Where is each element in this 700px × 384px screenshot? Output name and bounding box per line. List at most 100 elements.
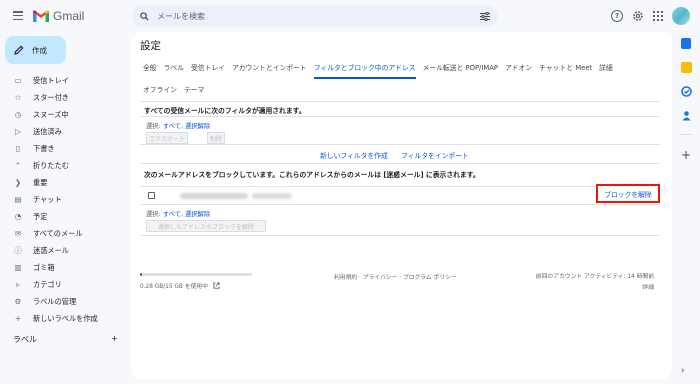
hide-side-panel-chevron-icon[interactable]: › xyxy=(681,366,685,376)
last-activity-text: 前回のアカウント アクティビティ: 14 時間前 xyxy=(535,274,654,280)
sidebar-item-label: スヌーズ中 xyxy=(33,109,69,119)
search-bar[interactable]: メールを検索 xyxy=(132,5,498,27)
sidebar-item-label: 迷惑メール xyxy=(33,245,69,255)
sidebar-item[interactable]: ⚙ ラベルの管理 xyxy=(0,293,128,310)
select-label: 選択: xyxy=(146,123,161,130)
search-icon[interactable] xyxy=(140,11,149,21)
sidebar-item[interactable]: ◔ 予定 xyxy=(0,208,128,225)
tab-7[interactable]: チャットと Meet xyxy=(539,62,592,79)
get-addons-plus-icon[interactable]: + xyxy=(681,148,691,162)
sidebar-item-label: ゴミ箱 xyxy=(33,262,55,272)
tab-0[interactable]: 全般 xyxy=(143,62,157,79)
blurred-sender-name xyxy=(180,193,248,199)
unblock-selected-button[interactable]: 選択したアドレスのブロックを解除 xyxy=(146,220,266,232)
sidebar-item-label: 受信トレイ xyxy=(33,75,69,85)
settings-panel: 設定 全般 ラベル 受信トレイ アカウントとインポート フィルタとブロック中のアドレスメ… xyxy=(131,32,672,379)
import-filter-link[interactable]: フィルタをインポート xyxy=(401,150,469,160)
sidebar-item[interactable]: ▥ ゴミ箱 xyxy=(0,259,128,276)
storage-usage-text: 0.28 GB/15 GB を使用中 xyxy=(140,284,208,290)
gmail-logo[interactable]: Gmail xyxy=(33,9,84,23)
sidebar-item-label: 折りたたむ xyxy=(33,160,69,170)
blocked-select-row: 選択: すべて, 選択解除 xyxy=(146,211,211,218)
sidebar-item-label: スター付き xyxy=(33,92,69,102)
blocked-heading: 次のメールアドレスをブロックしています。これらのアドレスからのメールは [迷惑メ… xyxy=(144,171,480,179)
sidebar-item[interactable]: + 新しいラベルを作成 xyxy=(0,310,128,327)
sidebar-item[interactable]: ✉ すべてのメール xyxy=(0,225,128,242)
manage-labels-icon: ⚙ xyxy=(14,297,22,306)
tab-row2-1[interactable]: テーマ xyxy=(184,84,204,94)
sidebar-item[interactable]: ▹ カテゴリ xyxy=(0,276,128,293)
sidebar-item-label: 下書き xyxy=(33,143,55,153)
snooze-icon: ◷ xyxy=(14,110,22,119)
sidebar-item[interactable]: ☆ スター付き xyxy=(0,89,128,106)
sidebar-item[interactable]: ◷ スヌーズ中 xyxy=(0,106,128,123)
tab-4[interactable]: フィルタとブロック中のアドレス xyxy=(313,62,416,79)
tasks-icon[interactable] xyxy=(680,86,692,97)
unblock-button[interactable]: ブロックを解除 xyxy=(596,184,660,203)
tab-3[interactable]: アカウントとインポート xyxy=(232,62,307,79)
sidebar-nav: ▭ 受信トレイ ☆ スター付き ◷ スヌーズ中 ▷ 送信済み ▯ 下書き ⌃ 折りたたむ ❯ 重要 ▤ チャッ… xyxy=(0,72,128,327)
blocked-row-checkbox[interactable] xyxy=(148,192,155,199)
spam-icon: ⓘ xyxy=(14,246,22,255)
side-panel-rail: + xyxy=(676,38,696,162)
important-icon: ❯ xyxy=(14,178,22,187)
draft-icon: ▯ xyxy=(15,144,21,153)
apps-grid-icon[interactable] xyxy=(653,11,663,21)
pencil-icon xyxy=(14,45,24,55)
sidebar-item[interactable]: ▭ 受信トレイ xyxy=(0,72,128,89)
search-options-icon[interactable] xyxy=(480,11,490,21)
select-none-link[interactable]: 選択解除 xyxy=(185,123,210,130)
sidebar-item-label: ラベルの管理 xyxy=(33,296,77,306)
search-input[interactable]: メールを検索 xyxy=(157,11,480,22)
tab-1[interactable]: ラベル xyxy=(164,62,184,79)
gmail-title: Gmail xyxy=(53,9,85,23)
sidebar-item-label: 送信済み xyxy=(33,126,62,136)
add-label-plus-icon[interactable]: + xyxy=(111,334,118,345)
footer-policy-links[interactable]: 利用規約 · プライバシー · プログラム ポリシー xyxy=(334,272,457,281)
account-avatar[interactable] xyxy=(672,7,690,25)
select-label: 選択: xyxy=(146,211,161,218)
compose-button[interactable]: 作成 xyxy=(5,36,66,64)
page-title: 設定 xyxy=(140,40,161,52)
tab-2[interactable]: 受信トレイ xyxy=(191,62,225,79)
filters-select-row: 選択: すべて, 選択解除 xyxy=(146,123,211,130)
create-filter-link[interactable]: 新しいフィルタを作成 xyxy=(320,150,388,160)
add-label-icon: + xyxy=(14,314,22,323)
sidebar-item[interactable]: ▯ 下書き xyxy=(0,140,128,157)
select-all-link[interactable]: すべて xyxy=(163,211,181,218)
tab-6[interactable]: アドオン xyxy=(505,62,532,79)
sidebar-item[interactable]: ⓘ 迷惑メール xyxy=(0,242,128,259)
storage-info: 0.28 GB/15 GB を使用中 xyxy=(140,281,220,290)
labels-heading: ラベル xyxy=(13,335,37,344)
help-icon[interactable]: ? xyxy=(611,10,623,22)
sidebar-item[interactable]: ▤ チャット xyxy=(0,191,128,208)
main-menu-icon[interactable] xyxy=(13,11,23,20)
calendar-icon[interactable] xyxy=(681,38,691,49)
keep-icon[interactable] xyxy=(680,62,692,73)
footer-activity: 前回のアカウント アクティビティ: 14 時間前 詳細 xyxy=(536,272,654,294)
settings-gear-icon[interactable] xyxy=(632,10,644,22)
select-all-link[interactable]: すべて xyxy=(163,123,181,130)
tab-8[interactable]: 詳細 xyxy=(599,62,613,79)
tab-row2-0[interactable]: オフライン xyxy=(143,84,177,94)
sidebar-item[interactable]: ❯ 重要 xyxy=(0,174,128,191)
activity-details-link[interactable]: 詳細 xyxy=(536,283,654,294)
select-none-link[interactable]: 選択解除 xyxy=(185,211,210,218)
sidebar-item[interactable]: ⌃ 折りたたむ xyxy=(0,157,128,174)
contacts-icon[interactable] xyxy=(681,110,692,121)
sidebar-item-label: すべてのメール xyxy=(33,228,83,238)
category-icon: ▹ xyxy=(16,280,20,289)
blurred-sender-address xyxy=(252,193,292,199)
sidebar-item[interactable]: ▷ 送信済み xyxy=(0,123,128,140)
star-icon: ☆ xyxy=(14,93,22,102)
tab-5[interactable]: メール転送と POP/IMAP xyxy=(423,62,498,79)
filters-heading: すべての受信メールに次のフィルタが適用されます。 xyxy=(144,107,306,115)
collapse-icon: ⌃ xyxy=(14,161,22,170)
all-mail-icon: ✉ xyxy=(14,229,22,238)
sidebar-item-label: カテゴリ xyxy=(33,279,62,289)
delete-button[interactable]: 削除 xyxy=(207,132,225,144)
open-external-icon[interactable] xyxy=(213,282,220,289)
trash-icon: ▥ xyxy=(14,263,22,272)
sidebar-item-label: チャット xyxy=(33,194,62,204)
export-button[interactable]: エクスポート xyxy=(146,132,188,144)
